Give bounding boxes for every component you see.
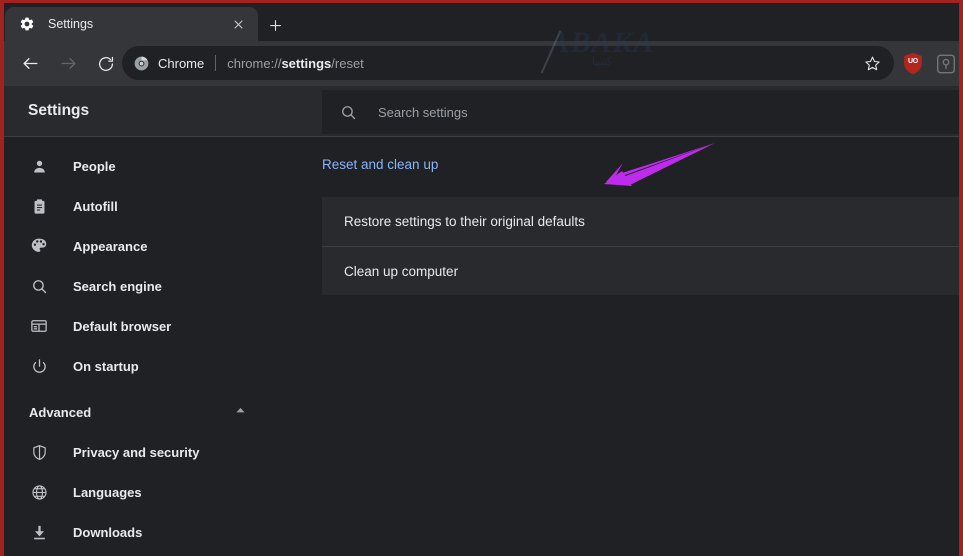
section-heading: Reset and clean up	[322, 157, 439, 172]
tab-strip: Settings	[4, 3, 959, 41]
search-input-placeholder[interactable]: Search settings	[378, 105, 468, 120]
sidebar-item-search-engine[interactable]: Search engine	[4, 266, 322, 306]
omnibox-chrome-chip: Chrome	[134, 56, 204, 71]
sidebar-item-label: Appearance	[73, 238, 148, 254]
sidebar-item-label: People	[73, 158, 116, 174]
chrome-logo-icon	[134, 56, 149, 71]
sidebar-item-label: Downloads	[73, 524, 143, 540]
tab-title: Settings	[48, 17, 94, 31]
sidebar-item-downloads[interactable]: Downloads	[4, 512, 322, 552]
sidebar-item-people[interactable]: People	[4, 146, 322, 186]
forward-button[interactable]	[53, 49, 83, 79]
shield-icon	[29, 442, 49, 462]
search-icon	[340, 104, 357, 121]
browser-toolbar: Chrome chrome://settings/reset UO	[4, 41, 959, 86]
palette-icon	[29, 236, 49, 256]
omnibox-separator	[215, 55, 217, 71]
sidebar-item-label: Autofill	[73, 198, 118, 214]
sidebar-item-languages[interactable]: Languages	[4, 472, 322, 512]
settings-content: Reset and clean up Restore settings to t…	[322, 137, 959, 556]
url-prefix: chrome://	[227, 55, 282, 71]
tab-settings[interactable]: Settings	[5, 7, 258, 41]
person-icon	[29, 156, 49, 176]
omnibox-url: chrome://settings/reset	[227, 56, 858, 71]
settings-body: People Autofill Appearance Search engine…	[4, 137, 959, 556]
sidebar-item-autofill[interactable]: Autofill	[4, 186, 322, 226]
star-icon[interactable]	[858, 49, 886, 77]
search-settings-box[interactable]: Search settings	[322, 90, 959, 134]
url-suffix: /reset	[331, 55, 364, 71]
settings-sidebar: People Autofill Appearance Search engine…	[4, 137, 322, 556]
section-heading-wrap: Reset and clean up	[322, 157, 959, 172]
globe-icon	[29, 482, 49, 502]
row-label: Restore settings to their original defau…	[344, 214, 585, 229]
omnibox-chip-label: Chrome	[158, 55, 205, 71]
address-bar[interactable]: Chrome chrome://settings/reset	[122, 46, 894, 80]
page-title: Settings	[28, 102, 90, 119]
profile-avatar-icon[interactable]	[934, 52, 958, 76]
download-icon	[29, 522, 49, 542]
gear-icon	[19, 16, 35, 32]
row-restore-defaults[interactable]: Restore settings to their original defau…	[322, 197, 959, 246]
sidebar-item-label: Default browser	[73, 318, 172, 334]
back-button[interactable]	[15, 49, 45, 79]
url-emphasis: settings	[281, 55, 332, 71]
sidebar-item-appearance[interactable]: Appearance	[4, 226, 322, 266]
sidebar-item-label: Languages	[73, 484, 142, 500]
sidebar-advanced-toggle[interactable]: Advanced	[4, 392, 322, 432]
settings-header: Settings Search settings	[4, 86, 959, 137]
sidebar-item-on-startup[interactable]: On startup	[4, 346, 322, 386]
sidebar-item-default-browser[interactable]: Default browser	[4, 306, 322, 346]
new-tab-button[interactable]	[262, 12, 288, 38]
sidebar-item-label: On startup	[73, 358, 139, 374]
sidebar-item-label: Privacy and security	[73, 444, 200, 460]
shield-extension-icon[interactable]: UO	[902, 52, 924, 75]
sidebar-item-label: Search engine	[73, 278, 162, 294]
reset-card: Restore settings to their original defau…	[322, 197, 959, 295]
search-icon	[29, 276, 49, 296]
browser-window: Settings Chrome chrome://settings/reset …	[0, 0, 963, 556]
sidebar-advanced-label: Advanced	[29, 404, 92, 420]
power-icon	[29, 356, 49, 376]
extension-badge-text: UO	[908, 58, 918, 65]
clipboard-icon	[29, 196, 49, 216]
close-icon[interactable]	[228, 14, 248, 34]
browser-window-icon	[29, 316, 49, 336]
chevron-up-icon	[235, 403, 247, 421]
reload-button[interactable]	[91, 49, 121, 79]
row-clean-up-computer[interactable]: Clean up computer	[322, 246, 959, 295]
row-label: Clean up computer	[344, 263, 459, 279]
sidebar-item-privacy-and-security[interactable]: Privacy and security	[4, 432, 322, 472]
